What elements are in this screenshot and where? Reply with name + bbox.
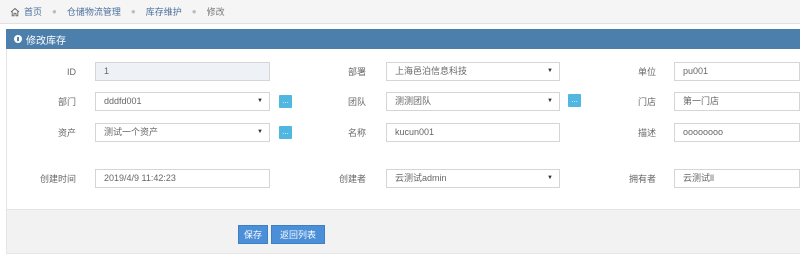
breadcrumb-separator: ● (130, 7, 136, 16)
team-add-button[interactable]: ... (568, 94, 581, 107)
unit-label: 单位 (637, 67, 656, 77)
asset-value: 测试一个资产 (104, 127, 159, 137)
chevron-down-icon: ▼ (547, 68, 553, 74)
team-label: 团队 (347, 97, 366, 107)
name-input[interactable]: kucun001 (386, 123, 560, 142)
chevron-down-icon: ▼ (257, 98, 263, 104)
store-label: 门店 (637, 97, 656, 107)
owner-input[interactable]: 云测试ll (674, 169, 800, 188)
store-input[interactable]: 第一门店 (674, 92, 800, 111)
panel-title: 修改库存 (26, 35, 66, 47)
desc-input[interactable]: oooooooo (674, 123, 800, 142)
org-select[interactable]: 上海邑泊信息科技 ▼ (386, 62, 560, 81)
creator-select[interactable]: 云测试admin ▼ (386, 169, 560, 188)
chevron-down-icon: ▼ (547, 98, 553, 104)
dept-value: dddfd001 (104, 96, 142, 106)
panel-header: 修改库存 (6, 29, 800, 49)
breadcrumb-separator: ● (191, 7, 197, 16)
breadcrumb-home[interactable]: 首页 (10, 5, 42, 18)
team-value: 测测团队 (395, 96, 432, 106)
asset-select[interactable]: 测试一个资产 ▼ (95, 123, 270, 142)
breadcrumb: 首页 ● 仓储物流管理 ● 库存维护 ● 修改 (0, 0, 800, 24)
unit-input[interactable]: pu001 (674, 62, 800, 81)
form-footer (6, 209, 800, 254)
team-select[interactable]: 测测团队 ▼ (386, 92, 560, 111)
created-time-label: 创建时间 (39, 174, 76, 184)
id-field: 1 (95, 62, 270, 81)
info-icon (14, 35, 22, 43)
breadcrumb-warehouse[interactable]: 仓储物流管理 (67, 5, 121, 18)
breadcrumb-separator: ● (52, 7, 57, 16)
name-label: 名称 (347, 128, 366, 138)
breadcrumb-home-label: 首页 (24, 7, 43, 17)
dept-label: 部门 (57, 97, 76, 107)
desc-label: 描述 (637, 128, 656, 138)
id-label: ID (67, 67, 76, 77)
chevron-down-icon: ▼ (547, 175, 553, 181)
save-button[interactable]: 保存 (238, 225, 268, 244)
creator-label: 创建者 (338, 174, 366, 184)
home-icon (10, 7, 20, 17)
dept-select[interactable]: dddfd001 ▼ (95, 92, 270, 111)
owner-label: 拥有者 (628, 174, 656, 184)
dept-add-button[interactable]: ... (279, 95, 292, 108)
creator-value: 云测试admin (395, 173, 447, 183)
chevron-down-icon: ▼ (257, 129, 263, 135)
created-time-input[interactable]: 2019/4/9 11:42:23 (95, 169, 270, 188)
breadcrumb-inventory[interactable]: 库存维护 (146, 5, 182, 18)
org-label: 部署 (347, 67, 366, 77)
org-value: 上海邑泊信息科技 (395, 66, 468, 76)
back-to-list-button[interactable]: 返回列表 (271, 225, 325, 244)
asset-label: 资产 (57, 128, 76, 138)
breadcrumb-current: 修改 (206, 7, 225, 17)
asset-add-button[interactable]: ... (279, 126, 292, 139)
